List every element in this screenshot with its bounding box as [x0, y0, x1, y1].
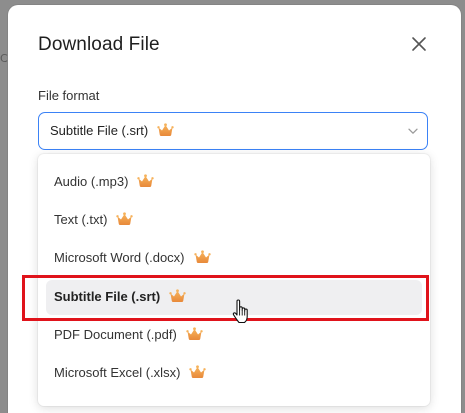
option-label: Microsoft Word (.docx): [54, 250, 211, 265]
file-format-dropdown-menu: Audio (.mp3) Text (.txt) Microsoft Word …: [38, 154, 430, 406]
dialog-title: Download File: [38, 34, 160, 55]
crown-icon: [194, 250, 211, 264]
close-icon: [412, 37, 426, 51]
option-text-txt[interactable]: Text (.txt): [46, 203, 422, 238]
hand-pointer-cursor: [232, 299, 248, 324]
option-label: PDF Document (.pdf): [54, 327, 203, 342]
option-audio-mp3[interactable]: Audio (.mp3): [46, 165, 422, 200]
close-button[interactable]: [411, 36, 427, 52]
option-excel-xlsx[interactable]: Microsoft Excel (.xlsx): [46, 356, 422, 391]
selected-format-value: Subtitle File (.srt): [50, 123, 174, 138]
file-format-label: File format: [38, 88, 100, 103]
option-label: Audio (.mp3): [54, 174, 154, 189]
crown-icon: [157, 123, 174, 137]
crown-icon: [116, 212, 133, 226]
file-format-select[interactable]: Subtitle File (.srt): [38, 112, 428, 150]
option-word-docx[interactable]: Microsoft Word (.docx): [46, 241, 422, 276]
crown-icon: [169, 289, 186, 303]
chevron-down-icon: [408, 128, 418, 134]
option-label: Subtitle File (.srt): [54, 289, 186, 304]
selected-format-label: Subtitle File (.srt): [50, 123, 149, 138]
background-text: C: [0, 52, 8, 65]
crown-icon: [137, 174, 154, 188]
download-file-dialog: Download File File format Subtitle File …: [8, 5, 461, 413]
option-label: Text (.txt): [54, 212, 133, 227]
option-label: Microsoft Excel (.xlsx): [54, 365, 206, 380]
crown-icon: [189, 365, 206, 379]
crown-icon: [186, 327, 203, 341]
